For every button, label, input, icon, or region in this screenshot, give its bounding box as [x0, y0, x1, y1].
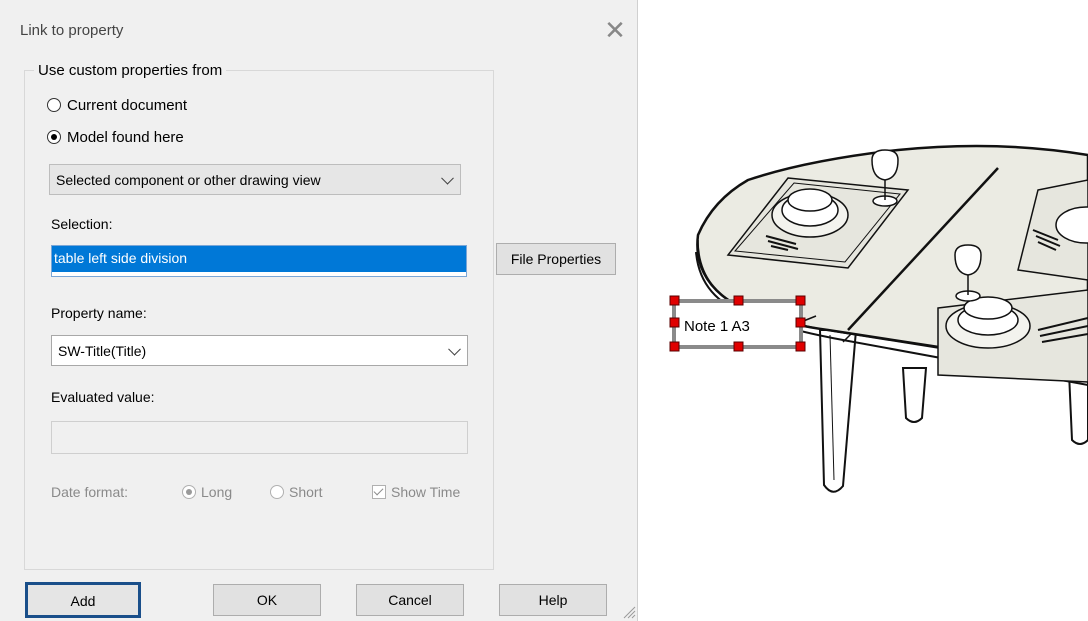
- date-short-label: Short: [289, 484, 323, 500]
- date-long-label: Long: [201, 484, 233, 500]
- resize-grip-icon[interactable]: [620, 603, 636, 619]
- source-dropdown-value: Selected component or other drawing view: [56, 171, 321, 188]
- link-to-property-dialog: Link to property ✕ Use custom properties…: [0, 0, 638, 621]
- radio-current-document[interactable]: Current document: [47, 94, 187, 116]
- drawing-viewport[interactable]: Note 1 A3: [638, 0, 1088, 621]
- handle-top-right[interactable]: [795, 295, 806, 306]
- selection-value: table left side division: [52, 246, 466, 272]
- group-label: Use custom properties from: [34, 62, 227, 79]
- ok-button[interactable]: OK: [213, 584, 321, 616]
- handle-bottom-mid[interactable]: [733, 341, 744, 352]
- note-label: Note 1 A3: [684, 318, 750, 335]
- checkbox-checked-icon[interactable]: [372, 485, 386, 499]
- handle-bottom-right[interactable]: [795, 341, 806, 352]
- handle-bottom-left[interactable]: [669, 341, 680, 352]
- radio-current-label: Current document: [67, 96, 188, 114]
- chevron-down-icon: [448, 342, 461, 356]
- radio-unchecked-icon[interactable]: [270, 485, 284, 499]
- cancel-button[interactable]: Cancel: [356, 584, 464, 616]
- radio-checked-icon[interactable]: [182, 485, 196, 499]
- handle-mid-right[interactable]: [795, 317, 806, 328]
- date-format-label: Date format:: [51, 484, 129, 500]
- dialog-title: Link to property: [20, 22, 124, 39]
- property-name-value: SW-Title(Title): [58, 342, 147, 359]
- radio-checked-icon[interactable]: [47, 130, 61, 144]
- chevron-down-icon: [441, 171, 454, 185]
- close-icon[interactable]: ✕: [600, 16, 630, 46]
- property-name-label: Property name:: [51, 305, 147, 321]
- radio-model-found-here[interactable]: Model found here: [47, 126, 184, 148]
- property-name-dropdown[interactable]: SW-Title(Title): [51, 335, 468, 366]
- selection-field[interactable]: table left side division: [51, 245, 467, 277]
- dialog-titlebar: Link to property ✕: [0, 0, 637, 62]
- note-annotation[interactable]: Note 1 A3: [669, 295, 817, 352]
- show-time-label: Show Time: [391, 484, 461, 500]
- radio-unchecked-icon[interactable]: [47, 98, 61, 112]
- help-button[interactable]: Help: [499, 584, 607, 616]
- evaluated-value-field: [51, 421, 468, 454]
- source-dropdown[interactable]: Selected component or other drawing view: [49, 164, 461, 195]
- handle-top-mid[interactable]: [733, 295, 744, 306]
- radio-model-label: Model found here: [67, 128, 184, 146]
- date-long-option[interactable]: Long: [182, 482, 232, 502]
- evaluated-value-label: Evaluated value:: [51, 389, 155, 405]
- handle-mid-left[interactable]: [669, 317, 680, 328]
- add-button[interactable]: Add: [25, 582, 141, 618]
- handle-top-left[interactable]: [669, 295, 680, 306]
- show-time-option[interactable]: Show Time: [372, 482, 460, 502]
- file-properties-button[interactable]: File Properties: [496, 243, 616, 275]
- selection-label: Selection:: [51, 216, 113, 232]
- date-short-option[interactable]: Short: [270, 482, 322, 502]
